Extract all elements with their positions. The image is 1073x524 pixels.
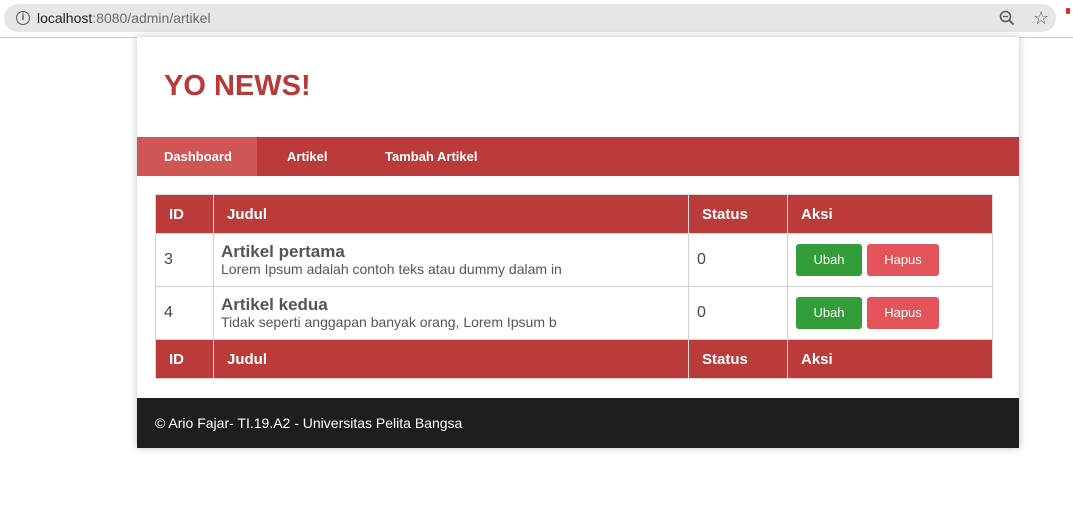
url-text[interactable]: localhost:8080/admin/artikel (37, 10, 211, 26)
nav-item-dashboard[interactable]: Dashboard (137, 137, 257, 176)
header-id: ID (155, 194, 214, 234)
edit-button[interactable]: Ubah (796, 297, 862, 329)
delete-button[interactable]: Hapus (867, 244, 939, 276)
url-field[interactable]: i localhost:8080/admin/artikel ☆ (4, 4, 1056, 32)
zoom-out-icon[interactable] (998, 9, 1016, 27)
cell-aksi: Ubah Hapus (787, 233, 993, 287)
cell-judul: Artikel pertama Lorem Ipsum adalah conto… (213, 233, 689, 287)
header-status: Status (688, 194, 788, 234)
info-icon[interactable]: i (16, 11, 30, 25)
cell-status: 0 (688, 233, 788, 287)
table-row: 3 Artikel pertama Lorem Ipsum adalah con… (155, 233, 993, 287)
article-excerpt: Tidak seperti anggapan banyak orang, Lor… (221, 313, 557, 330)
table-row: 4 Artikel kedua Tidak seperti anggapan b… (155, 286, 993, 340)
main-navbar: Dashboard Artikel Tambah Artikel (137, 137, 1019, 176)
table-header-row: ID Judul Status Aksi (155, 194, 993, 234)
header-aksi: Aksi (787, 194, 993, 234)
article-excerpt: Lorem Ipsum adalah contoh teks atau dumm… (221, 260, 562, 277)
cell-aksi: Ubah Hapus (787, 286, 993, 340)
cell-id: 3 (155, 233, 214, 287)
page-footer: © Ario Fajar- TI.19.A2 - Universitas Pel… (137, 398, 1019, 448)
article-title: Artikel kedua (221, 294, 328, 314)
browser-address-bar: i localhost:8080/admin/artikel ☆ (0, 0, 1073, 38)
page-container: YO NEWS! Dashboard Artikel Tambah Artike… (137, 37, 1019, 448)
url-host: localhost (37, 10, 93, 26)
footer-header-aksi: Aksi (787, 339, 993, 379)
footer-header-id: ID (155, 339, 214, 379)
extension-icon[interactable] (1066, 8, 1070, 14)
articles-table: ID Judul Status Aksi 3 Artikel pertama L… (155, 194, 993, 379)
url-path: :8080/admin/artikel (92, 10, 211, 26)
delete-button[interactable]: Hapus (867, 297, 939, 329)
footer-header-judul: Judul (213, 339, 689, 379)
table-footer-row: ID Judul Status Aksi (155, 339, 993, 379)
nav-item-tambah-artikel[interactable]: Tambah Artikel (385, 137, 477, 176)
cell-id: 4 (155, 286, 214, 340)
site-title: YO NEWS! (164, 70, 311, 102)
star-icon[interactable]: ☆ (1033, 8, 1049, 28)
nav-item-artikel[interactable]: Artikel (287, 137, 327, 176)
header-judul: Judul (213, 194, 689, 234)
cell-judul: Artikel kedua Tidak seperti anggapan ban… (213, 286, 689, 340)
cell-status: 0 (688, 286, 788, 340)
edit-button[interactable]: Ubah (796, 244, 862, 276)
footer-header-status: Status (688, 339, 788, 379)
footer-copyright: © Ario Fajar- TI.19.A2 - Universitas Pel… (155, 415, 463, 431)
article-title: Artikel pertama (221, 241, 345, 261)
